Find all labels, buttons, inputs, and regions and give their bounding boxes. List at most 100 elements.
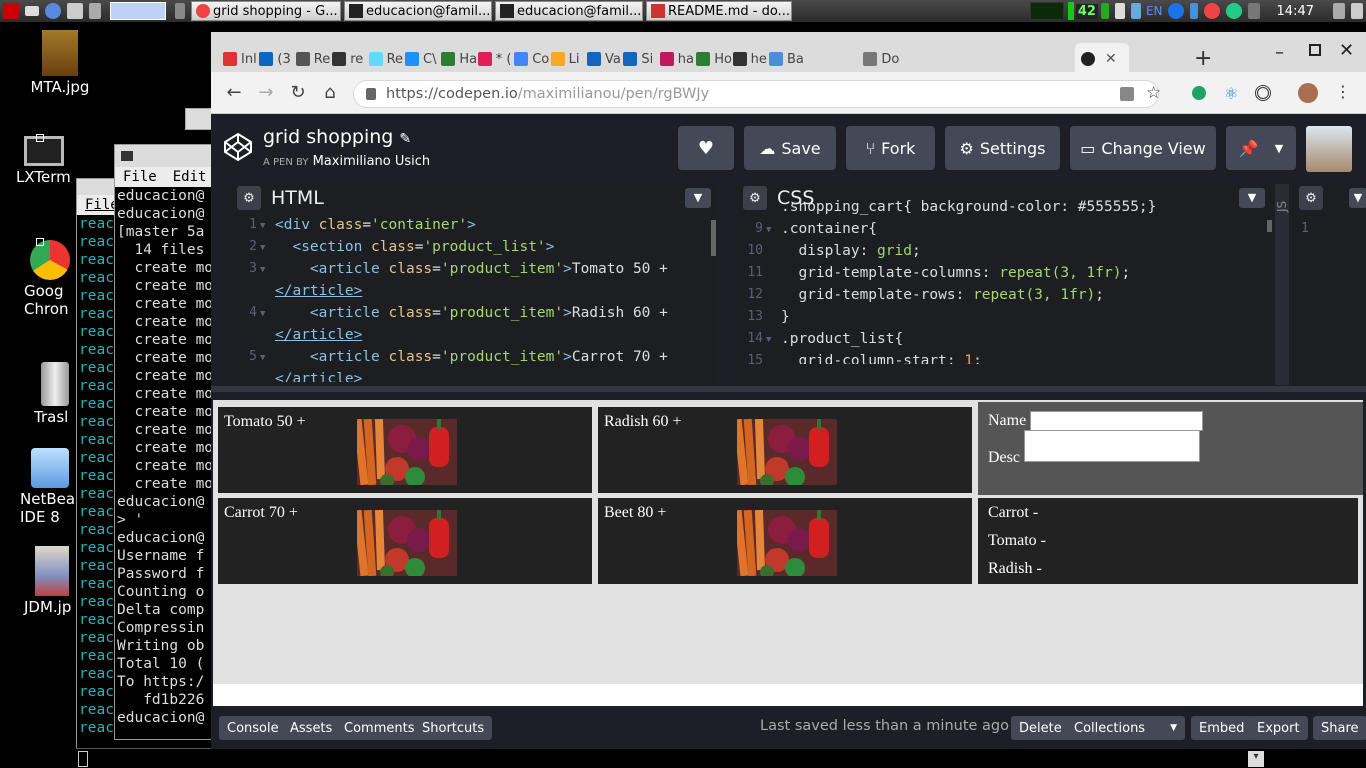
browser-tab[interactable]: re xyxy=(332,46,363,72)
name-input[interactable] xyxy=(1030,411,1203,431)
fold-arrow-icon[interactable]: ▼ xyxy=(260,303,265,325)
bluetooth-icon[interactable] xyxy=(1189,3,1198,19)
js-collapsed-label[interactable]: JS xyxy=(1275,184,1289,385)
desktop-icon-chrome[interactable]: Goog Chron xyxy=(24,240,76,318)
browser-tab-active[interactable]: ✕ xyxy=(1081,46,1117,72)
export-button[interactable]: Export xyxy=(1249,716,1308,740)
fold-arrow-icon[interactable]: ▼ xyxy=(766,219,771,241)
fold-arrow-icon[interactable]: ▼ xyxy=(260,347,265,369)
extension-icon[interactable] xyxy=(1255,85,1271,101)
chrome-tray-icon[interactable] xyxy=(1203,3,1220,19)
menu-icon[interactable] xyxy=(3,3,19,19)
scrollbar-thumb[interactable] xyxy=(1267,220,1272,232)
browser-tab[interactable]: Va xyxy=(587,46,621,72)
keyboard-layout[interactable]: EN xyxy=(1146,4,1163,18)
bookmark-star-icon[interactable]: ☆ xyxy=(1146,83,1161,103)
extension-icon[interactable] xyxy=(1192,86,1206,100)
browser-tab[interactable]: he xyxy=(732,46,767,72)
window-icon[interactable] xyxy=(67,3,83,19)
fold-arrow-icon[interactable]: ▼ xyxy=(766,329,771,351)
profile-avatar[interactable] xyxy=(1298,83,1318,103)
browser-tab[interactable]: Co xyxy=(514,46,549,72)
share-button[interactable]: Share xyxy=(1313,716,1366,740)
desktop-icon-trash[interactable]: Trasl xyxy=(34,362,76,426)
pen-title[interactable]: grid shopping ✎ xyxy=(263,126,411,148)
edit-pencil-icon[interactable]: ✎ xyxy=(399,131,411,147)
desktop-icon-jdm[interactable]: JDM.jp xyxy=(24,546,80,616)
browser-tab[interactable]: Si xyxy=(623,46,653,72)
tray-app-icon[interactable] xyxy=(1225,3,1242,19)
folder-icon[interactable] xyxy=(25,6,39,16)
browser-tab[interactable]: (3 xyxy=(259,46,291,72)
gear-icon[interactable]: ⚙ xyxy=(1299,186,1323,210)
html-code-editor[interactable]: 1 ▼ <div class='container'> 2 ▼ <section cla… xyxy=(231,212,717,382)
minimize-button[interactable]: – xyxy=(1275,42,1284,63)
browser-tab[interactable]: Ba xyxy=(769,46,804,72)
browser-tab[interactable]: Li xyxy=(550,46,579,72)
settings-button[interactable]: ⚙ Settings xyxy=(945,126,1060,170)
clock[interactable]: 14:47 xyxy=(1277,4,1314,19)
console-button[interactable]: Console xyxy=(219,716,287,740)
url-field[interactable]: https://codepen.io/maximilianou/pen/rgBW… xyxy=(353,80,1161,108)
logout-icon[interactable] xyxy=(1333,3,1345,19)
scrollbar-thumb[interactable] xyxy=(711,220,716,256)
task-chrome[interactable]: grid shopping - G... xyxy=(191,1,341,21)
terminal-window-front[interactable]: File Edit Ta educacion@ educacion@ [master… xyxy=(114,144,214,740)
menu-kebab-icon[interactable]: ⋮ xyxy=(1335,82,1351,101)
network-icon[interactable] xyxy=(1130,3,1141,19)
menu-file[interactable]: File xyxy=(123,169,157,185)
tray-app-icon[interactable] xyxy=(1247,3,1260,19)
browser-tab[interactable]: Inl xyxy=(223,46,257,72)
comments-button[interactable]: Comments xyxy=(336,716,423,740)
desc-textarea[interactable] xyxy=(1024,430,1200,462)
browser-tab[interactable]: C\ xyxy=(405,46,436,72)
app-icon[interactable] xyxy=(175,3,185,19)
desktop-icon-netbeans[interactable]: NetBea IDE 8 xyxy=(20,448,80,526)
panel-menu-button[interactable]: ▼ xyxy=(685,188,711,208)
browser-tab[interactable]: Ha xyxy=(441,46,477,72)
change-view-button[interactable]: ▭ Change View xyxy=(1070,126,1216,170)
terminal-launch-icon[interactable] xyxy=(89,3,101,19)
resize-handle[interactable] xyxy=(211,386,1366,392)
desktop-icon-mta[interactable]: MTA.jpg xyxy=(20,30,100,96)
scroll-down-icon[interactable]: ▾ xyxy=(1248,751,1264,767)
fold-arrow-icon[interactable]: ▼ xyxy=(260,259,265,281)
clipboard-icon[interactable] xyxy=(1114,3,1125,19)
pin-button[interactable]: 📌 ▼ xyxy=(1226,126,1296,170)
user-avatar[interactable] xyxy=(1306,126,1352,172)
love-button[interactable]: ♥ xyxy=(678,126,734,170)
forward-button[interactable]: → xyxy=(255,82,277,104)
home-button[interactable]: ⌂ xyxy=(319,82,341,104)
browser-tab[interactable]: Re xyxy=(368,46,403,72)
menu-edit[interactable]: Edit xyxy=(173,169,207,185)
gear-icon[interactable]: ⚙ xyxy=(237,186,261,210)
cookie-blocked-icon[interactable] xyxy=(1120,87,1134,101)
browser-launch-icon[interactable] xyxy=(45,3,61,19)
browser-tab[interactable]: Ho xyxy=(696,46,732,72)
save-button[interactable]: ☁ Save xyxy=(744,126,836,170)
shortcuts-button[interactable]: Shortcuts xyxy=(414,716,493,740)
assets-button[interactable]: Assets xyxy=(282,716,341,740)
fold-arrow-icon[interactable]: ▼ xyxy=(260,237,265,259)
lock-icon[interactable] xyxy=(1351,3,1363,19)
react-devtools-icon[interactable]: ⚛ xyxy=(1224,84,1238,103)
panel-menu-button[interactable]: ▼ xyxy=(1349,188,1366,208)
browser-tab[interactable]: Re xyxy=(295,46,330,72)
css-code-editor[interactable]: .shopping_cart{ background-color: #55555… xyxy=(737,194,1282,364)
maximize-button[interactable] xyxy=(1309,44,1321,56)
browser-tab[interactable]: ha xyxy=(659,46,694,72)
fold-arrow-icon[interactable]: ▼ xyxy=(260,215,265,237)
close-tab-icon[interactable]: ✕ xyxy=(1105,51,1117,67)
collections-button[interactable]: Collections ▼ xyxy=(1066,716,1185,740)
task-readme[interactable]: README.md - do... xyxy=(646,1,792,21)
task-terminal-2[interactable]: educacion@famil... xyxy=(495,1,643,21)
browser-tab[interactable]: * ( xyxy=(477,46,512,72)
delete-button[interactable]: Delete xyxy=(1011,716,1070,740)
codepen-logo-icon[interactable] xyxy=(223,132,253,162)
task-terminal-1[interactable]: educacion@famil... xyxy=(344,1,492,21)
desktop-icon-lxterm[interactable]: LXTerm xyxy=(14,136,74,186)
author-link[interactable]: Maximiliano Usich xyxy=(313,154,431,169)
skype-icon[interactable] xyxy=(1167,3,1184,19)
js-code-editor[interactable]: 1 xyxy=(1293,212,1366,382)
back-button[interactable]: ← xyxy=(223,82,245,104)
